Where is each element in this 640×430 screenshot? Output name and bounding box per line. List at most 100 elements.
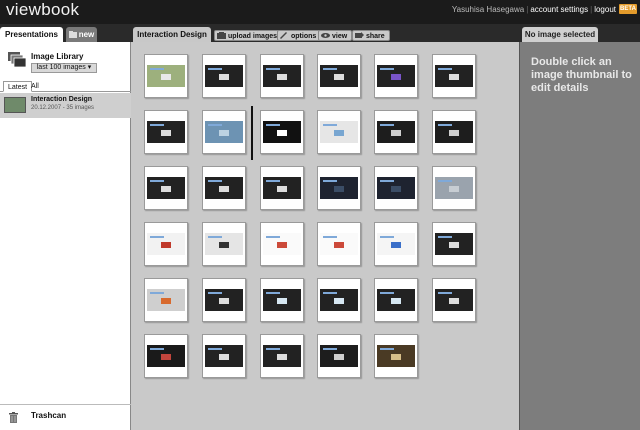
image-thumbnail[interactable] — [144, 334, 188, 378]
image-thumbnail[interactable] — [432, 110, 476, 154]
thumbnail-content-box — [277, 298, 287, 304]
thumbnail-image — [263, 177, 301, 199]
share-icon — [355, 32, 364, 38]
trashcan[interactable]: Trashcan — [0, 404, 131, 430]
thumbnail-content-box — [449, 130, 459, 136]
thumbnail-content-box — [391, 242, 401, 248]
presentation-name: Interaction Design — [31, 96, 93, 103]
thumbnail-image — [377, 65, 415, 87]
image-thumbnail[interactable] — [144, 166, 188, 210]
thumbnail-header-bar — [266, 236, 280, 238]
image-thumbnail[interactable] — [260, 334, 304, 378]
image-thumbnail[interactable] — [317, 334, 361, 378]
thumbnail-content-box — [277, 130, 287, 136]
thumbnail-image — [263, 289, 301, 311]
image-thumbnail[interactable] — [202, 54, 246, 98]
image-thumbnail[interactable] — [260, 110, 304, 154]
upload-icon — [217, 32, 226, 39]
filter-all[interactable]: All — [27, 81, 43, 92]
image-thumbnail[interactable] — [432, 54, 476, 98]
thumbnail-header-bar — [438, 292, 452, 294]
thumbnail-content-box — [277, 354, 287, 360]
image-thumbnail[interactable] — [144, 278, 188, 322]
image-thumbnail[interactable] — [432, 222, 476, 266]
thumbnail-header-bar — [380, 68, 394, 70]
pencil-icon — [280, 32, 287, 39]
upload-label: upload images — [228, 33, 278, 40]
thumbnail-content-box — [334, 130, 344, 136]
thumbnail-image — [435, 177, 473, 199]
thumbnail-image — [435, 289, 473, 311]
logout-link[interactable]: logout — [594, 5, 616, 14]
image-thumbnail[interactable] — [202, 334, 246, 378]
thumbnail-image — [263, 121, 301, 143]
image-thumbnail[interactable] — [260, 222, 304, 266]
tab-no-image-selected[interactable]: No image selected — [522, 27, 598, 42]
thumbnail-image — [147, 65, 185, 87]
image-thumbnail[interactable] — [317, 222, 361, 266]
thumbnail-header-bar — [438, 68, 452, 70]
image-thumbnail[interactable] — [260, 54, 304, 98]
thumbnail-content-box — [161, 298, 171, 304]
account-settings-link[interactable]: account settings — [530, 5, 588, 14]
library-filter-select[interactable]: last 100 images ▾ — [31, 63, 97, 73]
view-button[interactable]: view — [318, 30, 353, 41]
tab-presentations[interactable]: Presentations — [0, 27, 63, 42]
image-thumbnail[interactable] — [374, 110, 418, 154]
image-thumbnail[interactable] — [144, 54, 188, 98]
folder-icon — [69, 31, 77, 38]
thumbnail-image — [147, 177, 185, 199]
image-thumbnail[interactable] — [144, 110, 188, 154]
options-button[interactable]: options — [277, 30, 322, 41]
image-thumbnail[interactable] — [374, 54, 418, 98]
thumbnail-content-box — [334, 74, 344, 80]
thumbnail-image — [263, 65, 301, 87]
image-thumbnail[interactable] — [317, 278, 361, 322]
image-thumbnail[interactable] — [317, 54, 361, 98]
thumbnail-content-box — [219, 242, 229, 248]
share-label: share — [366, 33, 385, 40]
presentation-item[interactable]: Interaction Design 20.12.2007 - 35 image… — [0, 93, 131, 118]
thumbnail-header-bar — [150, 348, 164, 350]
image-thumbnail[interactable] — [374, 222, 418, 266]
thumbnail-header-bar — [266, 348, 280, 350]
thumbnail-header-bar — [266, 68, 280, 70]
thumbnail-content-box — [161, 354, 171, 360]
thumbnail-header-bar — [438, 236, 452, 238]
image-thumbnail[interactable] — [260, 166, 304, 210]
image-thumbnail[interactable] — [374, 278, 418, 322]
details-panel: Double click an image thumbnail to edit … — [519, 42, 640, 430]
thumbnail-header-bar — [323, 236, 337, 238]
thumbnail-header-bar — [266, 180, 280, 182]
image-thumbnail[interactable] — [260, 278, 304, 322]
image-thumbnail[interactable] — [432, 278, 476, 322]
thumbnail-header-bar — [150, 124, 164, 126]
upload-images-button[interactable]: upload images — [214, 30, 283, 41]
image-thumbnail[interactable] — [202, 222, 246, 266]
thumbnail-image — [263, 345, 301, 367]
image-thumbnail[interactable] — [432, 166, 476, 210]
thumbnail-image — [435, 121, 473, 143]
thumbnail-image — [147, 233, 185, 255]
presentation-thumbnail — [4, 97, 26, 113]
image-thumbnail[interactable] — [374, 334, 418, 378]
thumbnail-header-bar — [208, 236, 222, 238]
image-thumbnail[interactable] — [317, 110, 361, 154]
image-thumbnail[interactable] — [144, 222, 188, 266]
share-button[interactable]: share — [352, 30, 390, 41]
image-thumbnail[interactable] — [202, 278, 246, 322]
thumbnail-header-bar — [150, 68, 164, 70]
new-presentation-button[interactable]: new — [66, 27, 97, 42]
user-bar: Yasuhisa Hasegawa | account settings | logou… — [451, 5, 616, 14]
image-thumbnail[interactable] — [202, 110, 246, 154]
tab-interaction-design[interactable]: Interaction Design — [133, 27, 211, 42]
new-button-label: new — [78, 30, 95, 39]
thumbnail-content-box — [219, 186, 229, 192]
image-thumbnail[interactable] — [317, 166, 361, 210]
thumbnail-header-bar — [208, 180, 222, 182]
thumbnail-image — [377, 233, 415, 255]
app-logo[interactable]: viewbook — [6, 0, 79, 20]
image-thumbnail[interactable] — [202, 166, 246, 210]
image-thumbnail[interactable] — [374, 166, 418, 210]
thumbnail-image — [147, 121, 185, 143]
